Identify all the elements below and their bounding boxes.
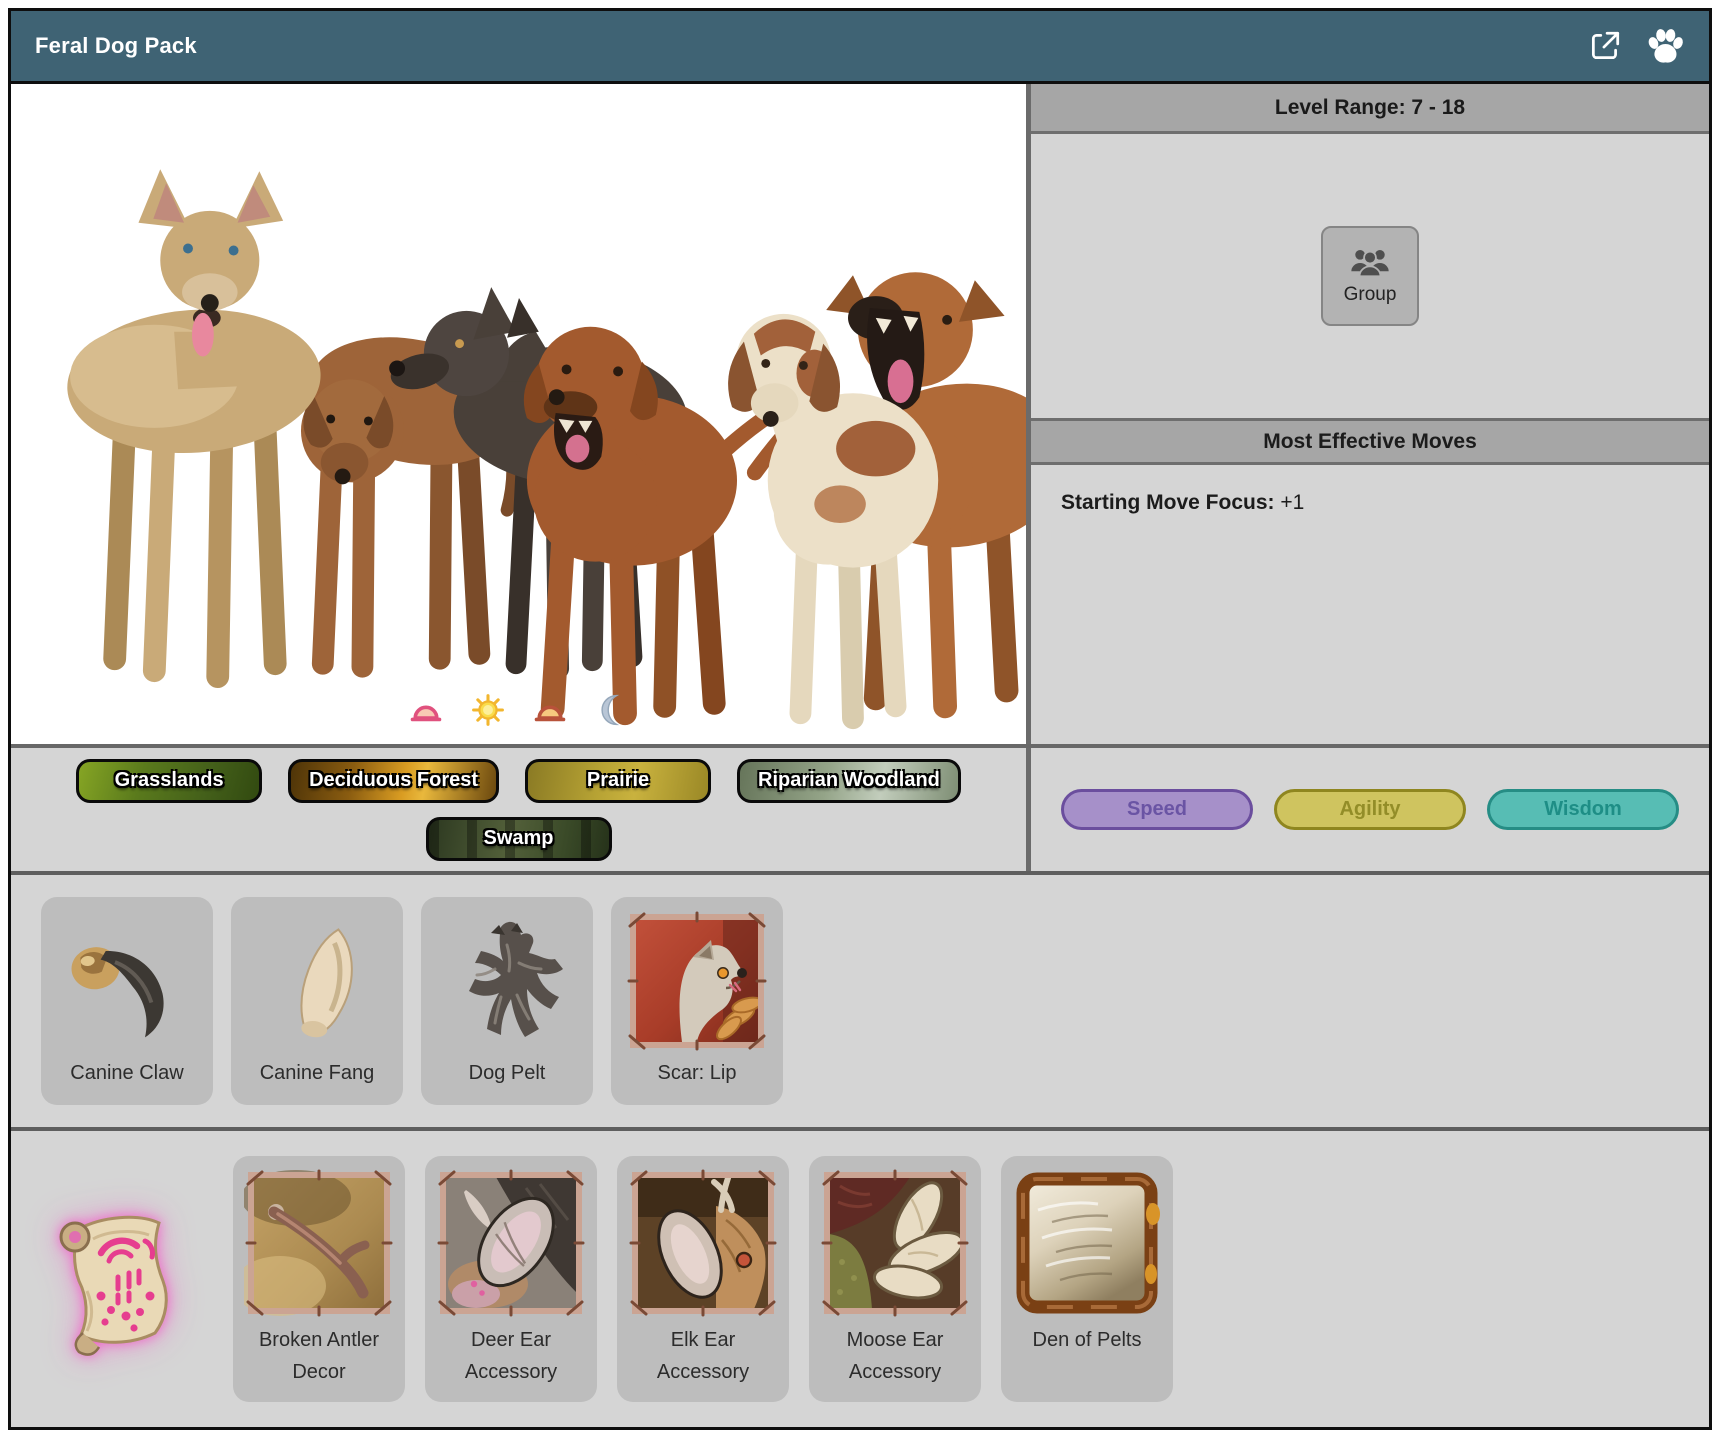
den-of-pelts-icon [1012,1168,1162,1318]
special-drops-row: Broken Antler Decor [11,1127,1709,1427]
dusk-icon [532,692,568,728]
page-title: Feral Dog Pack [35,33,197,59]
group-button[interactable]: Group [1321,226,1419,326]
scar-lip-icon [627,911,767,1051]
special-card-broken-antler[interactable]: Broken Antler Decor [233,1156,405,1402]
broken-antler-icon [244,1168,394,1318]
drop-label: Dog Pelt [469,1057,546,1089]
drop-label: Scar: Lip [658,1057,737,1089]
paw-icon[interactable] [1645,26,1685,66]
feral-dog-pack-illustration [11,84,1026,744]
open-in-new-icon[interactable] [1585,26,1625,66]
special-label: Moose Ear Accessory [815,1324,975,1388]
drop-label: Canine Claw [70,1057,183,1089]
habitat-stats-row: Grasslands Deciduous Forest Prairie Ripa… [11,744,1709,871]
effective-moves-bar: Most Effective Moves [1031,421,1709,465]
special-label: Den of Pelts [1033,1324,1142,1356]
group-icon [1348,247,1392,278]
dawn-icon [408,692,444,728]
effective-moves-content: Starting Move Focus: +1 [1031,465,1709,744]
habitat-tag-grasslands[interactable]: Grasslands [76,759,262,803]
elk-ear-icon [628,1168,778,1318]
drops-row: Canine Claw Canine Fang [11,871,1709,1127]
encounter-window: Feral Dog Pack [8,8,1712,1430]
drop-label: Canine Fang [260,1057,375,1089]
move-focus-label: Starting Move Focus: [1061,491,1275,514]
special-label: Elk Ear Accessory [623,1324,783,1388]
habitat-tag-swamp[interactable]: Swamp [426,817,612,861]
stat-badge-agility: Agility [1274,789,1466,830]
stat-badge-speed: Speed [1061,789,1253,830]
canine-fang-icon [247,911,387,1051]
stat-badge-wisdom: Wisdom [1487,789,1679,830]
habitat-tag-riparian-woodland[interactable]: Riparian Woodland [737,759,961,803]
special-label: Broken Antler Decor [239,1324,399,1388]
habitat-tags: Grasslands Deciduous Forest Prairie Ripa… [11,748,1026,871]
special-card-moose-ear[interactable]: Moose Ear Accessory [809,1156,981,1402]
drop-card-canine-claw[interactable]: Canine Claw [41,897,213,1105]
titlebar: Feral Dog Pack [11,11,1709,84]
night-icon [594,692,630,728]
hunt-scroll-icon[interactable] [41,1199,191,1359]
level-range-bar: Level Range: 7 - 18 [1031,84,1709,134]
canine-claw-icon [57,911,197,1051]
encounter-art-panel [11,84,1026,744]
drop-card-canine-fang[interactable]: Canine Fang [231,897,403,1105]
habitat-tag-prairie[interactable]: Prairie [525,759,711,803]
time-of-day-row [11,692,1026,728]
level-range-text: Level Range: 7 - 18 [1275,96,1465,120]
dog-pelt-icon [437,911,577,1051]
drop-card-dog-pelt[interactable]: Dog Pelt [421,897,593,1105]
special-card-den-of-pelts[interactable]: Den of Pelts [1001,1156,1173,1402]
moose-ear-icon [820,1168,970,1318]
drop-card-scar-lip[interactable]: Scar: Lip [611,897,783,1105]
deer-ear-icon [436,1168,586,1318]
encounter-type-area: Group [1031,134,1709,421]
info-panel: Level Range: 7 - 18 Group Most Effec [1031,84,1709,744]
special-card-elk-ear[interactable]: Elk Ear Accessory [617,1156,789,1402]
move-focus-value: +1 [1280,491,1304,514]
effective-moves-title: Most Effective Moves [1263,430,1477,454]
page: Feral Dog Pack [0,0,1720,1438]
day-icon [470,692,506,728]
dog-tan [62,169,325,676]
group-button-label: Group [1344,284,1397,306]
special-card-deer-ear[interactable]: Deer Ear Accessory [425,1156,597,1402]
habitat-tag-deciduous-forest[interactable]: Deciduous Forest [288,759,499,803]
special-label: Deer Ear Accessory [431,1324,591,1388]
effective-stat-badges: Speed Agility Wisdom [1031,748,1709,871]
main-row: Level Range: 7 - 18 Group Most Effec [11,84,1709,744]
